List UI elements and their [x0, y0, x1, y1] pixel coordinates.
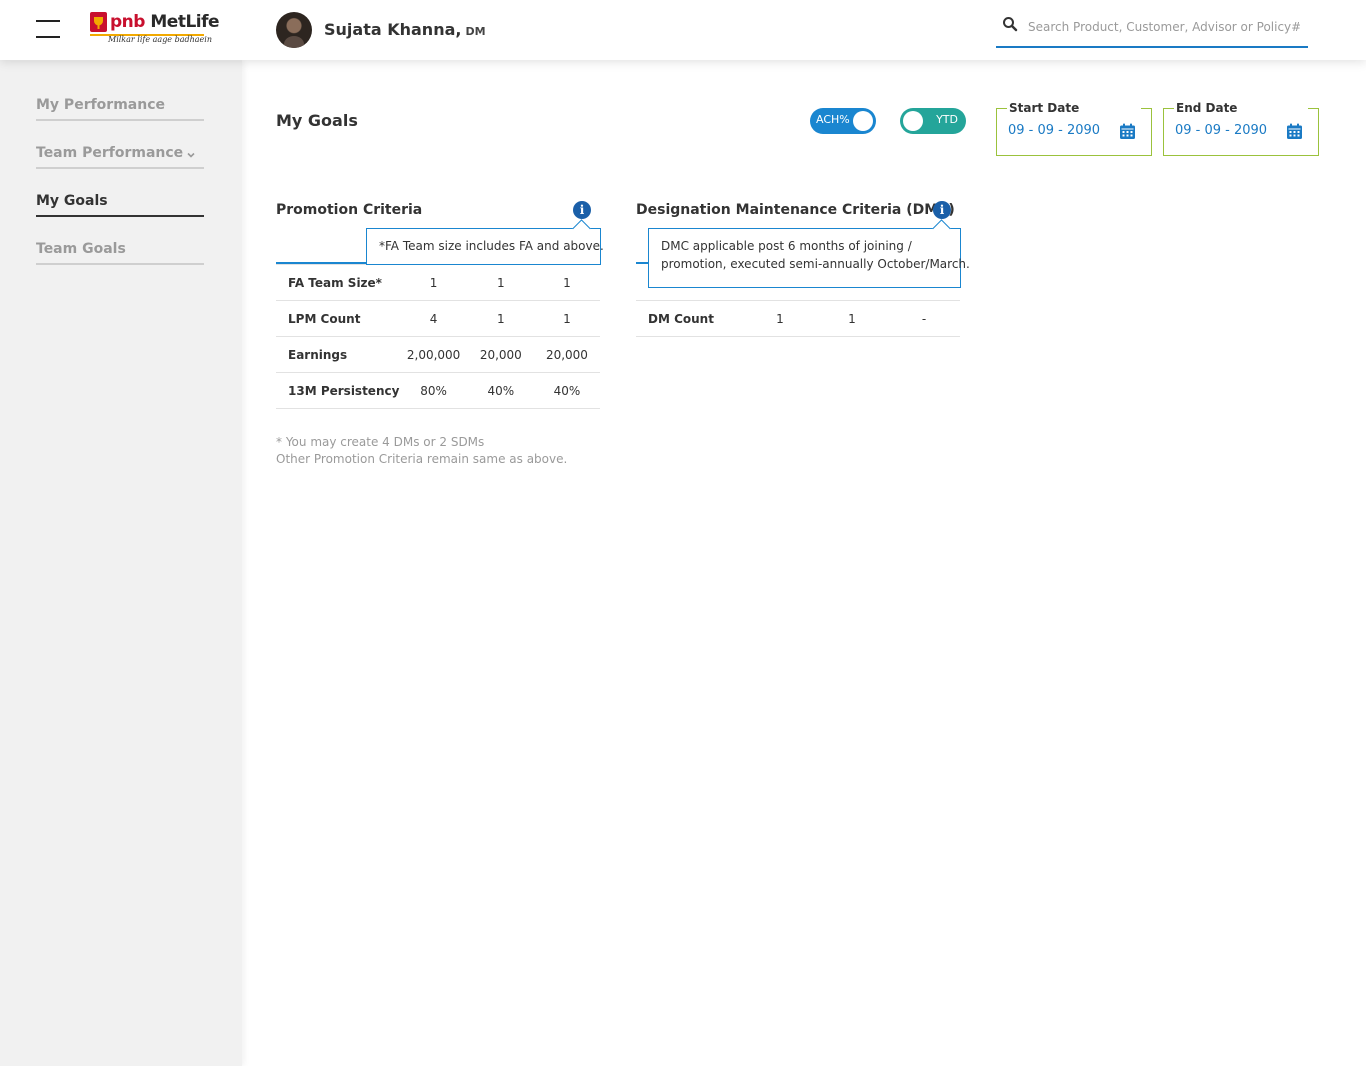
- table-cell: -: [888, 300, 960, 337]
- table-cell: 1: [816, 300, 888, 337]
- ach-toggle-label: ACH%: [816, 113, 850, 126]
- sidebar-item-label: Team Performance: [36, 145, 184, 161]
- table-cell: 1: [744, 300, 816, 337]
- table-cell: 20,000: [533, 336, 600, 373]
- sidebar-item-my-goals[interactable]: My Goals: [36, 193, 204, 217]
- row-label: DM Count: [636, 300, 744, 337]
- user-name: Sujata Khanna, DM: [324, 20, 486, 39]
- ach-toggle[interactable]: ACH%: [810, 108, 876, 134]
- logo-tagline: Milkar life aage badhaein: [108, 35, 212, 44]
- dmc-tooltip: DMC applicable post 6 months of joining …: [648, 228, 970, 288]
- sidebar: My Performance Team Performance My Goals…: [0, 60, 242, 1066]
- end-date-label: End Date: [1175, 101, 1239, 115]
- sidebar-item-team-goals[interactable]: Team Goals: [36, 241, 204, 265]
- row-label: 13M Persistency: [276, 372, 400, 409]
- table-row: LPM Count 4 1 1: [276, 300, 600, 337]
- toggle-knob: [903, 111, 923, 131]
- start-date-label: Start Date: [1008, 101, 1081, 115]
- table-cell: 2,00,000: [399, 336, 468, 373]
- sidebar-item-label: Team Goals: [36, 241, 126, 257]
- promotion-tooltip-text: *FA Team size includes FA and above.: [379, 239, 604, 253]
- sidebar-item-label: My Goals: [36, 193, 108, 209]
- row-label: LPM Count: [276, 300, 400, 337]
- table-cell: 1: [533, 300, 600, 337]
- table-row: FA Team Size* 1 1 1: [276, 264, 600, 301]
- ytd-toggle-label: YTD: [936, 113, 958, 126]
- brand-logo[interactable]: pnb MetLife Milkar life aage badhaein: [90, 12, 220, 48]
- sidebar-item-team-performance[interactable]: Team Performance: [36, 145, 204, 169]
- end-date-value[interactable]: 09 - 09 - 2090: [1175, 123, 1267, 138]
- promotion-info-icon[interactable]: i: [573, 201, 591, 219]
- calendar-icon[interactable]: [1286, 123, 1303, 140]
- page-title: My Goals: [276, 111, 358, 130]
- search-icon[interactable]: [1002, 16, 1018, 32]
- calendar-icon[interactable]: [1119, 123, 1136, 140]
- promotion-tooltip: *FA Team size includes FA and above.: [366, 228, 604, 265]
- promotion-criteria-table: FA Team Size* 1 1 1 LPM Count 4 1 1 Earn…: [276, 264, 600, 409]
- table-row: Earnings 2,00,000 20,000 20,000: [276, 336, 600, 373]
- top-header: pnb MetLife Milkar life aage badhaein Su…: [0, 0, 1366, 60]
- table-cell: 1: [467, 264, 534, 301]
- table-cell: 1: [399, 264, 468, 301]
- start-date-value[interactable]: 09 - 09 - 2090: [1008, 123, 1100, 138]
- row-label: Earnings: [276, 336, 400, 373]
- table-cell: 40%: [533, 372, 600, 409]
- dmc-table: DM Count 1 1 -: [636, 300, 960, 337]
- table-cell: 40%: [467, 372, 534, 409]
- search-input[interactable]: [1028, 16, 1300, 38]
- dmc-title: Designation Maintenance Criteria (DMC): [636, 202, 955, 218]
- dmc-tooltip-line: DMC applicable post 6 months of joining …: [661, 239, 912, 253]
- dmc-tooltip-line: promotion, executed semi-annually Octobe…: [661, 257, 970, 271]
- dmc-tab-underline: [636, 262, 648, 264]
- avatar[interactable]: [276, 12, 312, 48]
- user-role: DM: [465, 25, 486, 38]
- sidebar-item-label: My Performance: [36, 97, 166, 113]
- table-cell: 1: [533, 264, 600, 301]
- promotion-criteria-title: Promotion Criteria: [276, 202, 423, 218]
- sidebar-item-my-performance[interactable]: My Performance: [36, 97, 204, 121]
- menu-icon[interactable]: [36, 20, 60, 38]
- dmc-info-icon[interactable]: i: [933, 201, 951, 219]
- chevron-down-icon[interactable]: [186, 150, 196, 160]
- promotion-note: Other Promotion Criteria remain same as …: [276, 452, 568, 466]
- logo-mark-icon: [90, 12, 107, 32]
- start-date-field[interactable]: Start Date 09 - 09 - 2090: [996, 101, 1152, 156]
- table-cell: 1: [467, 300, 534, 337]
- table-cell: 20,000: [467, 336, 534, 373]
- promotion-note: * You may create 4 DMs or 2 SDMs: [276, 435, 485, 449]
- toggle-knob: [853, 111, 873, 131]
- row-label: FA Team Size*: [276, 264, 400, 301]
- search-bar: [996, 8, 1308, 48]
- table-cell: 80%: [399, 372, 468, 409]
- table-cell: 4: [399, 300, 468, 337]
- end-date-field[interactable]: End Date 09 - 09 - 2090: [1163, 101, 1319, 156]
- logo-wordmark: pnb MetLife: [110, 12, 220, 32]
- user-full-name: Sujata Khanna,: [324, 20, 462, 39]
- table-row: 13M Persistency 80% 40% 40%: [276, 372, 600, 409]
- ytd-toggle[interactable]: YTD: [900, 108, 966, 134]
- table-row: DM Count 1 1 -: [636, 300, 960, 337]
